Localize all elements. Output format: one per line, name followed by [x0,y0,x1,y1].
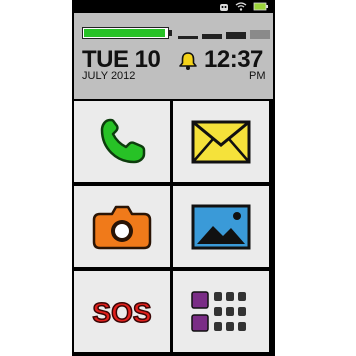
camera-tile[interactable] [74,186,170,267]
battery-fill [84,29,165,37]
picture-icon [191,204,251,249]
apps-tile[interactable] [173,271,269,352]
camera-icon [92,205,152,249]
envelope-icon [191,120,251,163]
battery-tip [169,30,172,36]
signal-bar [178,36,198,39]
sos-label: SOS [92,297,151,328]
signal-bar [226,32,246,39]
alarm-bell-icon [179,52,197,70]
wifi-icon [235,2,247,11]
status-bar [72,0,275,13]
phone-icon [100,118,146,163]
messages-tile[interactable] [173,101,269,182]
phone-tile[interactable] [74,101,170,182]
sos-icon: SOS [92,296,153,329]
phone-screen: TUE 10 JULY 2012 12:37 PM SOS [72,0,275,356]
signal-bar [202,34,222,39]
date-month-year: JULY 2012 [82,70,136,82]
signal-bar [250,30,270,39]
android-icon [220,4,228,11]
battery-icon [253,2,268,11]
battery-bar [82,27,169,39]
sos-tile[interactable]: SOS [74,271,170,352]
clock-ampm: PM [249,70,266,82]
clock-widget[interactable]: TUE 10 JULY 2012 12:37 PM [74,13,273,99]
apps-grid-icon [191,290,246,332]
gallery-tile[interactable] [173,186,269,267]
